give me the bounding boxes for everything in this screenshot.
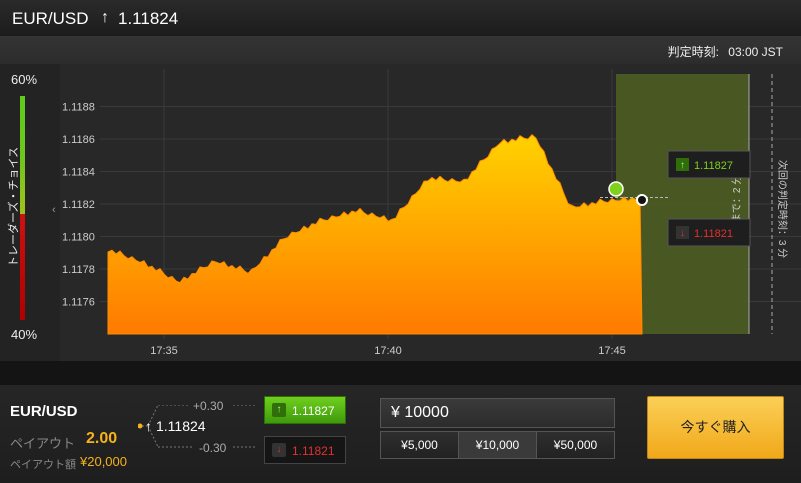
high-price-value: 1.11827	[694, 160, 733, 172]
payout-label: ペイアウト	[10, 436, 76, 451]
payout-value: 2.00	[86, 430, 118, 447]
preset-50000[interactable]: ¥50,000	[537, 432, 614, 458]
high-button[interactable]: ↑ 1.11827	[264, 396, 346, 424]
payout-amount-label: ペイアウト額	[10, 459, 76, 471]
traders-choice-panel: 60% トレーダーズ・チョイス ‹ 40%	[0, 64, 60, 361]
current-price: 1.11824	[118, 9, 179, 28]
down-arrow-icon: ↓	[272, 443, 286, 457]
next-expiry-label: 次回の判定時刻：3 分	[776, 160, 789, 258]
pair-title: EUR/USD	[12, 9, 89, 28]
current-point-icon	[636, 194, 648, 206]
trade-panel: EUR/USD ペイアウト 2.00 ペイアウト額 ¥20,000 +0.30 …	[0, 385, 801, 483]
expiry-label: 判定時刻:	[667, 45, 719, 59]
down-arrow-icon: ↓	[680, 228, 685, 239]
header-bar: EUR/USD ↑ 1.11824	[0, 0, 801, 37]
y-tick-label: 1.1182	[62, 199, 95, 211]
up-arrow-icon: ↑	[680, 160, 685, 171]
up-arrow-icon: ↑	[145, 418, 152, 434]
x-tick-label: 17:35	[150, 345, 178, 357]
high-price-tag[interactable]: ↑ 1.11827	[667, 150, 751, 179]
y-tick-label: 1.1180	[62, 232, 95, 244]
up-arrow-icon: ↑	[101, 9, 109, 26]
traders-choice-high-pct: 60%	[11, 72, 38, 87]
price-area	[107, 134, 643, 335]
traders-choice-low-pct: 40%	[11, 327, 38, 342]
expiry-info: 判定時刻: 03:00 JST	[668, 43, 783, 60]
amount-presets: ¥5,000 ¥10,000 ¥50,000	[380, 431, 615, 459]
high-button-value: 1.11827	[292, 404, 335, 418]
expiry-time: 03:00 JST	[728, 45, 783, 59]
payout-amount-value: ¥20,000	[80, 454, 127, 469]
x-tick-label: 17:40	[374, 345, 402, 357]
preset-5000[interactable]: ¥5,000	[381, 432, 459, 458]
plus-spread: +0.30	[193, 399, 224, 413]
amount-input[interactable]: ¥ 10000	[380, 398, 615, 428]
entry-marker-icon	[608, 181, 624, 197]
minus-spread: -0.30	[199, 441, 227, 455]
low-price-tag[interactable]: ↓ 1.11821	[667, 218, 751, 247]
y-tick-label: 1.1188	[62, 102, 95, 114]
preset-10000[interactable]: ¥10,000	[459, 432, 537, 458]
y-tick-label: 1.1178	[62, 264, 95, 276]
trade-pair: EUR/USD	[10, 403, 78, 420]
traders-choice-label: トレーダーズ・チョイス	[8, 146, 20, 267]
trade-current-price-value: 1.11824	[156, 418, 206, 434]
price-chart: 1.1188 1.1186 1.1184 1.1182 1.1180 1.1178 1.11…	[60, 64, 801, 361]
divider	[0, 361, 801, 385]
up-arrow-icon: ↑	[272, 403, 286, 417]
low-price-value: 1.11821	[694, 228, 733, 240]
x-tick-label: 17:45	[598, 345, 626, 357]
y-tick-label: 1.1176	[62, 297, 95, 309]
low-button-value: 1.11821	[292, 444, 335, 458]
chart-svg: 1.1188 1.1186 1.1184 1.1182 1.1180 1.1178 1.11…	[62, 69, 801, 357]
buy-now-button[interactable]: 今すぐ購入	[647, 396, 784, 459]
y-tick-label: 1.1186	[62, 134, 95, 146]
low-button[interactable]: ↓ 1.11821	[264, 436, 346, 464]
expiry-bar: 判定時刻: 03:00 JST	[0, 36, 801, 64]
trade-current-price: ↑ 1.11824	[145, 418, 206, 434]
collapse-chevron-icon[interactable]: ‹	[52, 204, 56, 216]
y-tick-label: 1.1184	[62, 167, 95, 179]
